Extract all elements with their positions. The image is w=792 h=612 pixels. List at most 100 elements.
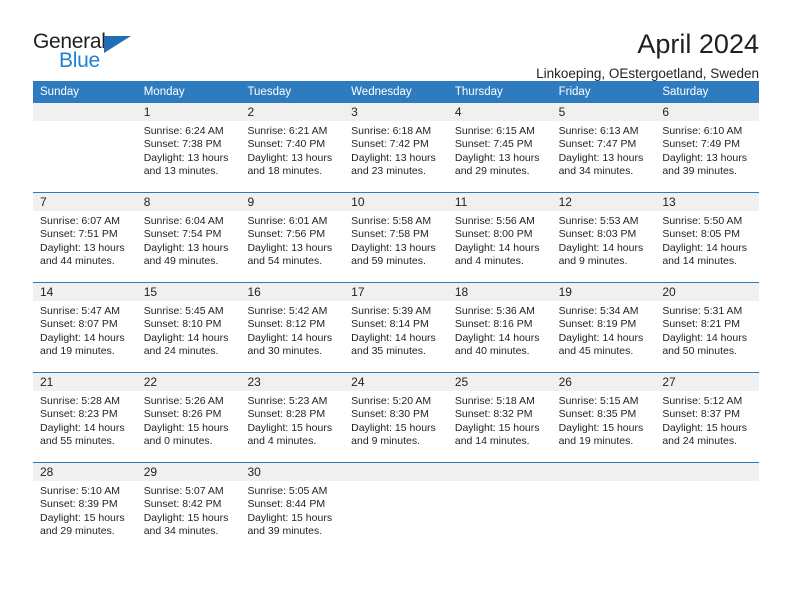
day-details: Sunrise: 6:21 AM Sunset: 7:40 PM Daylight:… — [240, 121, 344, 179]
weekday-header-monday: Monday — [143, 86, 185, 98]
day-daylight2-text: and 13 minutes. — [143, 165, 219, 178]
day-cell[interactable]: 6 Sunrise: 6:10 AM Sunset: 7:49 PM Daylight… — [655, 103, 760, 192]
day-cell[interactable]: 19 Sunrise: 5:34 AM Sunset: 8:19 PM Dayligh… — [551, 283, 656, 372]
day-details: Sunrise: 6:07 AM Sunset: 7:51 PM Daylight:… — [33, 211, 137, 269]
day-daylight1-text: Daylight: 13 hours — [558, 151, 644, 164]
day-sunrise-text: Sunrise: 5:10 AM — [40, 485, 120, 497]
week-row: 14 Sunrise: 5:47 AM Sunset: 8:07 PM Dayligh… — [33, 282, 760, 372]
day-sunset-text: Sunset: 7:51 PM — [40, 228, 118, 241]
day-details: Sunrise: 5:42 AM Sunset: 8:12 PM Daylight:… — [240, 301, 344, 359]
day-cell[interactable]: 10 Sunrise: 5:58 AM Sunset: 7:58 PM Dayligh… — [344, 193, 448, 282]
day-details — [655, 481, 759, 485]
day-cell[interactable]: 1 Sunrise: 6:24 AM Sunset: 7:38 PM Daylight… — [136, 103, 241, 192]
day-sunset-text: Sunset: 8:00 PM — [454, 228, 533, 241]
day-details: Sunrise: 5:05 AM Sunset: 8:44 PM Daylight:… — [240, 481, 344, 539]
day-cell[interactable]: 20 Sunrise: 5:31 AM Sunset: 8:21 PM Dayligh… — [655, 283, 760, 372]
day-details: Sunrise: 5:50 AM Sunset: 8:05 PM Daylight:… — [655, 211, 759, 269]
day-sunset-text: Sunset: 8:03 PM — [558, 228, 637, 241]
day-daylight1-text: Daylight: 13 hours — [351, 151, 436, 164]
day-cell[interactable]: 18 Sunrise: 5:36 AM Sunset: 8:16 PM Dayligh… — [447, 283, 552, 372]
day-sunset-text: Sunset: 7:47 PM — [558, 138, 637, 151]
day-daylight1-text: Daylight: 14 hours — [454, 331, 540, 344]
day-details: Sunrise: 5:56 AM Sunset: 8:00 PM Daylight:… — [448, 211, 552, 269]
day-daylight2-text: and 29 minutes. — [40, 525, 115, 538]
day-sunrise-text: Sunrise: 5:12 AM — [662, 395, 743, 407]
day-cell[interactable]: 16 Sunrise: 5:42 AM Sunset: 8:12 PM Dayligh… — [240, 283, 345, 372]
day-details: Sunrise: 6:10 AM Sunset: 7:49 PM Daylight:… — [655, 121, 759, 179]
day-details: Sunrise: 5:47 AM Sunset: 8:07 PM Daylight:… — [33, 301, 137, 359]
day-sunset-text: Sunset: 7:45 PM — [454, 138, 533, 151]
day-daylight1-text: Daylight: 13 hours — [247, 241, 333, 254]
day-number: 17 — [344, 283, 448, 301]
day-cell[interactable]: 24 Sunrise: 5:20 AM Sunset: 8:30 PM Dayligh… — [344, 373, 448, 462]
title-block: April 2024 Linkoeping, OEstergoetland, S… — [143, 30, 759, 82]
day-sunset-text: Sunset: 8:10 PM — [143, 318, 222, 331]
day-cell[interactable]: 2 Sunrise: 6:21 AM Sunset: 7:40 PM Daylight… — [240, 103, 345, 192]
week-row: 7 Sunrise: 6:07 AM Sunset: 7:51 PM Daylight… — [33, 192, 760, 282]
day-details: Sunrise: 6:04 AM Sunset: 7:54 PM Daylight:… — [137, 211, 241, 269]
day-daylight2-text: and 14 minutes. — [454, 435, 530, 448]
day-sunrise-text: Sunrise: 5:31 AM — [662, 305, 743, 317]
logo-text-blue: Blue — [59, 49, 100, 72]
day-sunrise-text: Sunrise: 5:53 AM — [558, 215, 639, 227]
page-title: April 2024 — [637, 29, 759, 59]
day-cell[interactable]: 30 Sunrise: 5:05 AM Sunset: 8:44 PM Dayligh… — [240, 463, 345, 552]
day-details: Sunrise: 5:20 AM Sunset: 8:30 PM Daylight:… — [344, 391, 448, 449]
day-cell[interactable]: 15 Sunrise: 5:45 AM Sunset: 8:10 PM Dayligh… — [136, 283, 241, 372]
day-details: Sunrise: 5:58 AM Sunset: 7:58 PM Daylight:… — [344, 211, 448, 269]
day-cell[interactable]: 27 Sunrise: 5:12 AM Sunset: 8:37 PM Dayligh… — [655, 373, 760, 462]
day-daylight1-text: Daylight: 15 hours — [662, 421, 747, 434]
day-daylight1-text: Daylight: 14 hours — [143, 331, 229, 344]
day-details: Sunrise: 5:07 AM Sunset: 8:42 PM Daylight:… — [137, 481, 241, 539]
day-sunrise-text: Sunrise: 5:58 AM — [351, 215, 432, 227]
day-daylight1-text: Daylight: 15 hours — [454, 421, 540, 434]
day-number — [551, 463, 656, 481]
day-cell[interactable]: 8 Sunrise: 6:04 AM Sunset: 7:54 PM Daylight… — [136, 193, 241, 282]
day-cell[interactable]: 21 Sunrise: 5:28 AM Sunset: 8:23 PM Dayligh… — [33, 373, 137, 462]
day-daylight1-text: Daylight: 14 hours — [558, 241, 644, 254]
day-number: 27 — [655, 373, 760, 391]
day-number: 18 — [447, 283, 552, 301]
day-sunrise-text: Sunrise: 5:07 AM — [143, 485, 224, 497]
day-number: 24 — [344, 373, 448, 391]
day-number: 23 — [240, 373, 345, 391]
day-sunrise-text: Sunrise: 5:42 AM — [247, 305, 328, 317]
day-cell[interactable]: 12 Sunrise: 5:53 AM Sunset: 8:03 PM Dayligh… — [551, 193, 656, 282]
day-daylight2-text: and 40 minutes. — [454, 345, 530, 358]
day-cell[interactable]: 11 Sunrise: 5:56 AM Sunset: 8:00 PM Dayligh… — [447, 193, 552, 282]
day-sunset-text: Sunset: 8:26 PM — [143, 408, 222, 421]
day-daylight2-text: and 19 minutes. — [558, 435, 634, 448]
day-sunrise-text: Sunrise: 5:20 AM — [351, 395, 432, 407]
day-daylight1-text: Daylight: 15 hours — [143, 511, 229, 524]
week-row: 1 Sunrise: 6:24 AM Sunset: 7:38 PM Daylight… — [33, 103, 760, 192]
day-sunset-text: Sunset: 8:05 PM — [662, 228, 740, 241]
day-cell[interactable]: 3 Sunrise: 6:18 AM Sunset: 7:42 PM Daylight… — [344, 103, 448, 192]
day-sunset-text: Sunset: 8:07 PM — [40, 318, 118, 331]
day-cell[interactable]: 26 Sunrise: 5:15 AM Sunset: 8:35 PM Dayligh… — [551, 373, 656, 462]
day-cell[interactable]: 14 Sunrise: 5:47 AM Sunset: 8:07 PM Dayligh… — [33, 283, 137, 372]
day-sunset-text: Sunset: 7:38 PM — [143, 138, 222, 151]
day-cell[interactable]: 9 Sunrise: 6:01 AM Sunset: 7:56 PM Daylight… — [240, 193, 345, 282]
day-cell[interactable]: 25 Sunrise: 5:18 AM Sunset: 8:32 PM Dayligh… — [447, 373, 552, 462]
day-sunset-text: Sunset: 8:30 PM — [351, 408, 429, 421]
day-number — [344, 463, 448, 481]
day-daylight1-text: Daylight: 14 hours — [558, 331, 644, 344]
calendar-page: General Blue April 2024 Linkoeping, OEst… — [0, 0, 792, 612]
day-cell[interactable]: 28 Sunrise: 5:10 AM Sunset: 8:39 PM Dayligh… — [33, 463, 137, 552]
day-daylight1-text: Daylight: 15 hours — [558, 421, 644, 434]
day-daylight2-text: and 55 minutes. — [40, 435, 115, 448]
day-daylight1-text: Daylight: 14 hours — [351, 331, 436, 344]
day-cell[interactable]: 29 Sunrise: 5:07 AM Sunset: 8:42 PM Dayligh… — [136, 463, 241, 552]
day-cell[interactable]: 5 Sunrise: 6:13 AM Sunset: 7:47 PM Daylight… — [551, 103, 656, 192]
day-cell[interactable]: 7 Sunrise: 6:07 AM Sunset: 7:51 PM Daylight… — [33, 193, 137, 282]
day-cell[interactable]: 13 Sunrise: 5:50 AM Sunset: 8:05 PM Dayligh… — [655, 193, 760, 282]
day-cell[interactable]: 22 Sunrise: 5:26 AM Sunset: 8:26 PM Dayligh… — [136, 373, 241, 462]
day-sunrise-text: Sunrise: 6:18 AM — [351, 125, 432, 137]
day-cell[interactable]: 4 Sunrise: 6:15 AM Sunset: 7:45 PM Daylight… — [447, 103, 552, 192]
day-details: Sunrise: 5:28 AM Sunset: 8:23 PM Daylight:… — [33, 391, 137, 449]
day-sunrise-text: Sunrise: 5:47 AM — [40, 305, 120, 317]
day-cell[interactable]: 17 Sunrise: 5:39 AM Sunset: 8:14 PM Dayligh… — [344, 283, 448, 372]
day-details: Sunrise: 5:31 AM Sunset: 8:21 PM Daylight:… — [655, 301, 759, 359]
general-blue-logo: General Blue — [33, 30, 143, 76]
day-cell[interactable]: 23 Sunrise: 5:23 AM Sunset: 8:28 PM Dayligh… — [240, 373, 345, 462]
